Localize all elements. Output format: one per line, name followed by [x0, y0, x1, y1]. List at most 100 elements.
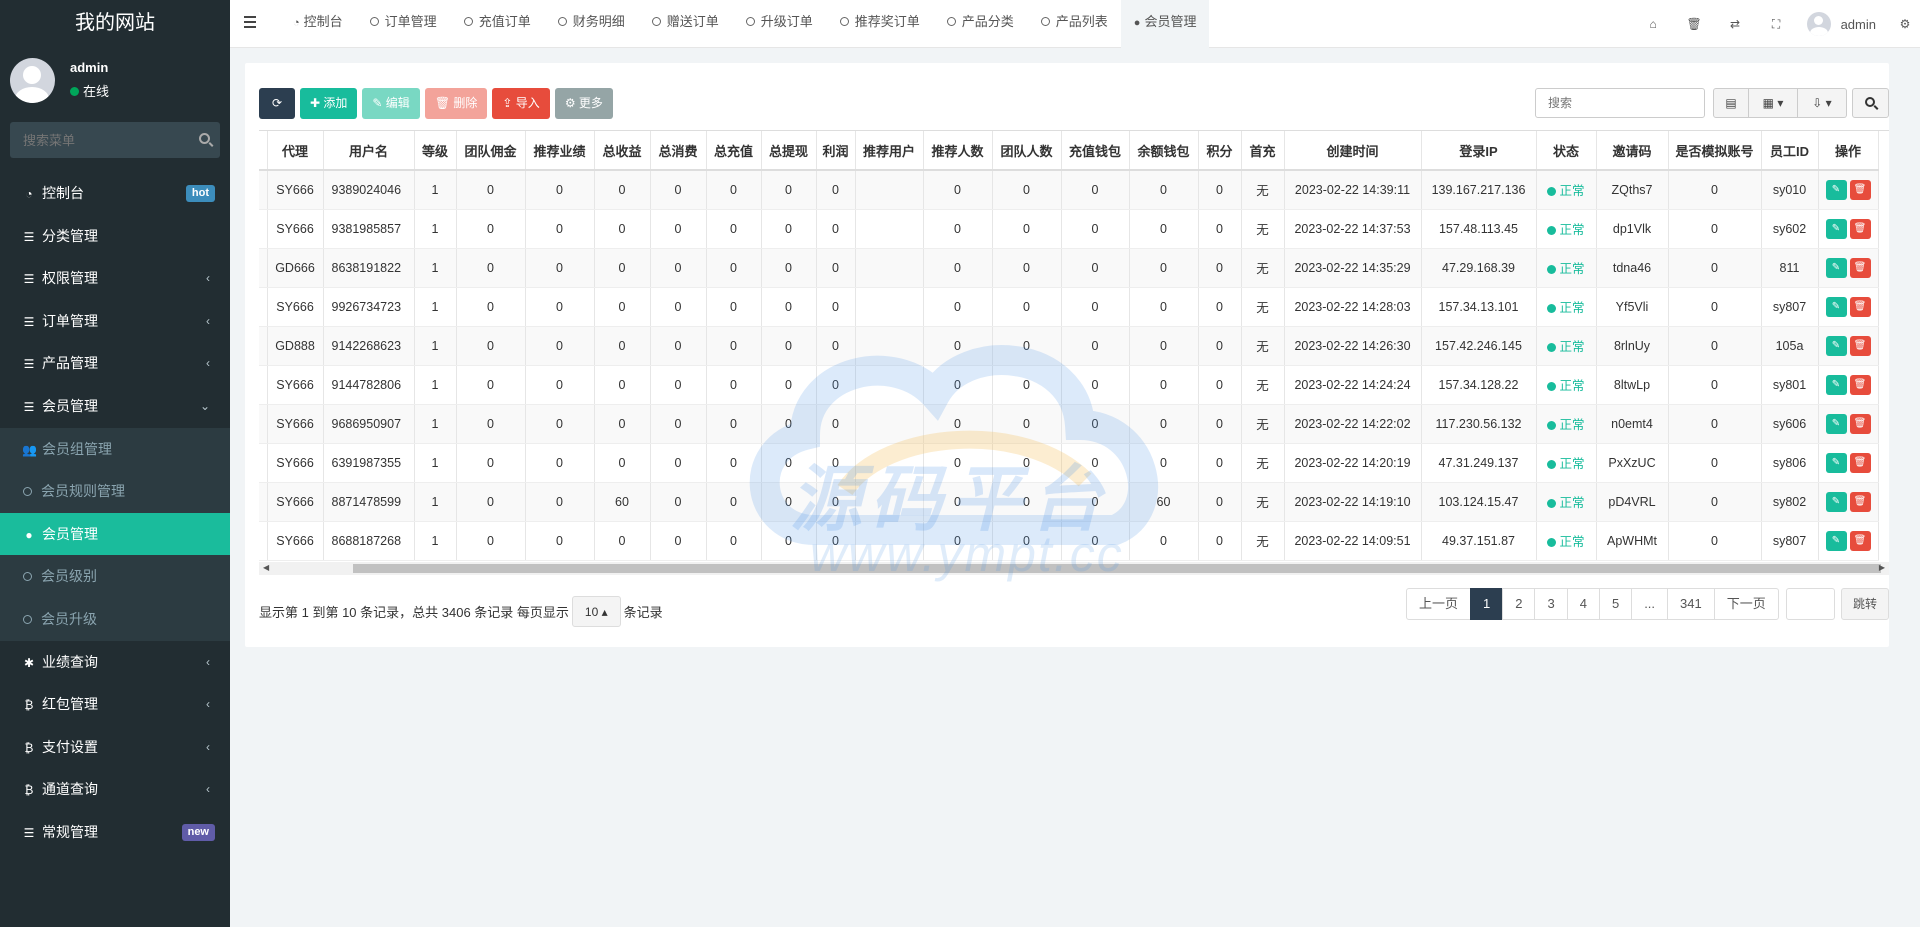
delete-row-button[interactable]: 🗑: [1849, 179, 1871, 200]
page-button[interactable]: 5: [1598, 588, 1633, 620]
sidebar-item-channel[interactable]: ₿ 通道查询 ‹: [0, 768, 230, 811]
delete-row-button[interactable]: 🗑: [1849, 491, 1871, 512]
edit-row-button[interactable]: ✎: [1825, 296, 1847, 317]
tab-recharge-orders[interactable]: 充值订单: [450, 0, 544, 48]
sidebar-item-category[interactable]: ☰ 分类管理: [0, 215, 230, 258]
more-button[interactable]: ⚙ 更多: [554, 88, 613, 119]
sidebar-item-member-group[interactable]: 👥 会员组管理: [0, 428, 230, 471]
table-header-cell[interactable]: 余额钱包: [1129, 131, 1199, 171]
tab-referral-orders[interactable]: 推荐奖订单: [826, 0, 933, 48]
page-button[interactable]: 1: [1470, 588, 1504, 620]
edit-row-button[interactable]: ✎: [1825, 374, 1847, 395]
topbar-user[interactable]: admin: [1806, 12, 1876, 36]
trash-icon[interactable]: 🗑: [1674, 17, 1715, 31]
delete-row-button[interactable]: 🗑: [1849, 413, 1871, 434]
page-jump-button[interactable]: 跳转: [1841, 588, 1889, 620]
table-header-cell[interactable]: 推荐用户: [855, 131, 924, 171]
table-header-cell[interactable]: 登录IP: [1421, 131, 1537, 171]
scroll-thumb[interactable]: [353, 564, 1881, 573]
tab-orders[interactable]: 订单管理: [356, 0, 450, 48]
tab-dashboard[interactable]: ◔ 控制台: [280, 0, 356, 48]
page-button[interactable]: 4: [1566, 588, 1600, 620]
delete-row-button[interactable]: 🗑: [1849, 218, 1871, 239]
sidebar-item-member-manage[interactable]: ● 会员管理: [0, 512, 230, 556]
scroll-left-icon[interactable]: ◀: [263, 563, 269, 572]
page-button[interactable]: 3: [1534, 588, 1568, 620]
page-jump-input[interactable]: [1786, 588, 1835, 620]
sidebar-item-products[interactable]: ☰ 产品管理 ‹: [0, 342, 230, 385]
page-button[interactable]: ...: [1631, 588, 1669, 620]
search-icon[interactable]: [199, 133, 210, 144]
table-header-cell[interactable]: 充值钱包: [1061, 131, 1130, 171]
table-row[interactable]: SY666 9389024046 1 0 0 0 0 0 0 0 0 0 0 0 0 无 2023-02-22 …: [259, 170, 1879, 210]
table-header-cell[interactable]: 操作: [1818, 131, 1879, 171]
scroll-right-icon[interactable]: ▶: [1879, 563, 1885, 572]
table-header-cell[interactable]: 首充: [1241, 131, 1285, 171]
sidebar-item-permission[interactable]: ☰ 权限管理 ‹: [0, 257, 230, 300]
page-button[interactable]: 2: [1502, 588, 1536, 620]
edit-row-button[interactable]: ✎: [1825, 179, 1847, 200]
sidebar-toggle-icon[interactable]: [244, 16, 256, 31]
prev-page-button[interactable]: 上一页: [1406, 588, 1472, 620]
sidebar-item-payment[interactable]: ₿ 支付设置 ‹: [0, 726, 230, 769]
table-header-cell[interactable]: 代理: [267, 131, 324, 171]
edit-row-button[interactable]: ✎: [1825, 335, 1847, 356]
tab-gift-orders[interactable]: 赠送订单: [638, 0, 732, 48]
table-header-cell[interactable]: 总消费: [650, 131, 707, 171]
table-header-cell[interactable]: 推荐人数: [923, 131, 993, 171]
table-row[interactable]: SY666 9926734723 1 0 0 0 0 0 0 0 0 0 0 0 0 无 2023-02-22 …: [259, 287, 1879, 327]
table-header-cell[interactable]: 团队人数: [992, 131, 1062, 171]
next-page-button[interactable]: 下一页: [1713, 588, 1779, 620]
table-header-cell[interactable]: 推荐业绩: [525, 131, 595, 171]
sidebar-item-performance[interactable]: ✱ 业绩查询 ‹: [0, 641, 230, 684]
table-header-cell[interactable]: 邀请码: [1596, 131, 1669, 171]
table-header-cell[interactable]: 创建时间: [1284, 131, 1422, 171]
sidebar-item-member-level[interactable]: 会员级别: [0, 555, 230, 598]
language-icon[interactable]: ⇄: [1715, 17, 1756, 31]
edit-row-button[interactable]: ✎: [1825, 257, 1847, 278]
site-logo[interactable]: 我的网站: [0, 0, 230, 46]
table-search-input[interactable]: [1536, 89, 1704, 117]
table-row[interactable]: GD888 9142268623 1 0 0 0 0 0 0 0 0 0 0 0 0 无 2023-02-22 …: [259, 326, 1879, 366]
table-row[interactable]: SY666 9381985857 1 0 0 0 0 0 0 0 0 0 0 0 0 无 2023-02-22 …: [259, 209, 1879, 249]
card-view-button[interactable]: ▤: [1713, 88, 1749, 118]
add-button[interactable]: ✚ 添加: [300, 88, 358, 119]
sidebar-item-general[interactable]: ☰ 常规管理 new: [0, 811, 230, 854]
edit-button[interactable]: ✎ 编辑: [362, 88, 420, 119]
table-row[interactable]: SY666 6391987355 1 0 0 0 0 0 0 0 0 0 0 0 0 无 2023-02-22 …: [259, 443, 1879, 483]
sidebar-search-input[interactable]: [10, 122, 220, 158]
table-row[interactable]: GD666 8638191822 1 0 0 0 0 0 0 0 0 0 0 0 0 无 2023-02-22 …: [259, 248, 1879, 288]
edit-row-button[interactable]: ✎: [1825, 491, 1847, 512]
table-row[interactable]: SY666 8688187268 1 0 0 0 0 0 0 0 0 0 0 0 0 无 2023-02-22 …: [259, 521, 1879, 561]
table-header-cell[interactable]: 积分: [1198, 131, 1242, 171]
delete-button[interactable]: 🗑 删除: [424, 88, 488, 119]
sidebar-item-members[interactable]: ☰ 会员管理 ⌄: [0, 385, 230, 428]
sidebar-item-dashboard[interactable]: ◔ 控制台 hot: [0, 172, 230, 215]
edit-row-button[interactable]: ✎: [1825, 413, 1847, 434]
import-button[interactable]: ⇪ 导入: [492, 88, 550, 119]
sidebar-item-member-rules[interactable]: 会员规则管理: [0, 470, 230, 513]
refresh-button[interactable]: ⟳: [259, 88, 295, 119]
delete-row-button[interactable]: 🗑: [1849, 530, 1871, 551]
edit-row-button[interactable]: ✎: [1825, 452, 1847, 473]
tab-finance[interactable]: 财务明细: [544, 0, 638, 48]
tab-member-manage[interactable]: ● 会员管理: [1120, 0, 1210, 48]
table-header-cell[interactable]: 利润: [816, 131, 856, 171]
columns-button[interactable]: ▦ ▾: [1749, 88, 1798, 118]
page-size-select[interactable]: 10 ▴: [571, 596, 621, 627]
fullscreen-icon[interactable]: ⛶: [1756, 17, 1797, 32]
tab-product-list[interactable]: 产品列表: [1027, 0, 1121, 48]
horizontal-scrollbar[interactable]: ◀ ▶: [259, 562, 1889, 575]
table-header-cell[interactable]: 总提现: [761, 131, 817, 171]
edit-row-button[interactable]: ✎: [1825, 218, 1847, 239]
table-header-cell[interactable]: 总充值: [706, 131, 762, 171]
sidebar-item-redpacket[interactable]: ₿ 红包管理 ‹: [0, 683, 230, 726]
delete-row-button[interactable]: 🗑: [1849, 296, 1871, 317]
gears-icon[interactable]: ⚙: [1890, 17, 1920, 31]
advanced-search-button[interactable]: [1852, 88, 1889, 118]
export-button[interactable]: ⇩ ▾: [1798, 88, 1847, 118]
page-button[interactable]: 341: [1667, 588, 1715, 620]
tab-upgrade-orders[interactable]: 升级订单: [732, 0, 826, 48]
delete-row-button[interactable]: 🗑: [1849, 335, 1871, 356]
table-header-cell[interactable]: 是否模拟账号: [1668, 131, 1762, 171]
